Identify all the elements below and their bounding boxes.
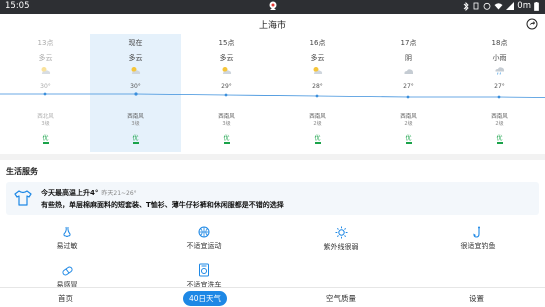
life-item-label: 不适宜运动 <box>186 242 222 250</box>
clothing-tip-card[interactable]: 今天最高温上升4° 昨天21~26° 有些热，单层棉麻面料的短套装、T恤衫、薄牛仔… <box>6 182 539 215</box>
header: 上海市 <box>0 14 545 34</box>
aqi-indicator <box>224 142 230 144</box>
hour-time: 15点 <box>218 39 235 47</box>
hour-temp: 28° <box>312 83 323 90</box>
nav-air-quality[interactable]: 空气质量 <box>326 293 356 304</box>
hour-wind: 西南风 <box>309 114 326 120</box>
hour-time: 17点 <box>400 39 417 47</box>
life-item-label: 易过敏 <box>56 242 78 250</box>
partly-cloudy-icon <box>41 67 51 74</box>
car-wash-icon <box>199 263 209 277</box>
hour-condition: 小雨 <box>492 54 507 62</box>
aqi-indicator <box>43 142 49 144</box>
hour-aqi: 优 <box>132 135 139 142</box>
hour-aqi: 优 <box>405 135 412 142</box>
nav-settings[interactable]: 设置 <box>469 293 484 304</box>
section-title-life-services: 生活服务 <box>6 167 38 176</box>
hour-condition: 多云 <box>219 54 234 62</box>
temp-point <box>43 92 47 96</box>
signal-icon <box>506 2 515 10</box>
hour-wind-level: 3级 <box>222 121 231 127</box>
status-bar: 15:05 0m <box>0 0 545 14</box>
hour-time: 18点 <box>491 39 508 47</box>
hour-temp: 30° <box>130 83 141 90</box>
share-icon[interactable] <box>526 18 538 30</box>
wifi-icon <box>494 3 503 10</box>
tip-body: 有些热，单层棉麻面料的短套装、T恤衫、薄牛仔衫裤和休闲服都是不错的选择 <box>41 201 284 209</box>
hour-wind: 西北风 <box>37 114 54 120</box>
hour-temp: 27° <box>403 83 414 90</box>
hour-wind-level: 3级 <box>131 121 140 127</box>
life-item-fishing[interactable]: 很适宜钓鱼 <box>418 226 538 251</box>
section-divider <box>0 154 545 160</box>
hour-wind-level: 3级 <box>41 121 50 127</box>
temp-point <box>134 92 138 96</box>
temp-point <box>497 95 501 99</box>
tip-yesterday: 昨天21~26° <box>101 190 137 197</box>
temperature-trend-line <box>0 92 545 99</box>
life-item-exercise[interactable]: 不适宜运动 <box>144 226 264 251</box>
tip-headline-text: 今天最高温上升4° <box>41 189 99 197</box>
hour-condition: 阴 <box>405 54 412 62</box>
nav-home[interactable]: 首页 <box>58 293 73 304</box>
hour-aqi: 优 <box>314 135 321 142</box>
temp-point <box>406 95 410 99</box>
hour-wind-level: 2级 <box>495 121 504 127</box>
hour-wind: 西南风 <box>127 114 144 120</box>
nose-icon <box>63 226 71 237</box>
temp-point <box>224 93 228 97</box>
temp-point <box>315 94 319 98</box>
status-right-icons: 0m <box>463 1 539 11</box>
life-item-label: 很适宜钓鱼 <box>460 242 496 250</box>
hour-wind: 西南风 <box>400 114 417 120</box>
bluetooth-icon <box>463 1 469 11</box>
aqi-indicator <box>497 142 503 144</box>
partly-cloudy-icon <box>313 67 323 74</box>
hour-aqi: 优 <box>223 135 230 142</box>
hour-aqi: 优 <box>496 135 503 142</box>
hour-aqi: 优 <box>42 135 49 142</box>
basketball-icon <box>198 226 210 238</box>
hour-condition: 多云 <box>38 54 53 62</box>
hour-time: 13点 <box>37 39 54 47</box>
hour-wind-level: 2级 <box>313 121 322 127</box>
hourly-forecast[interactable]: 13点 多云 30° 西北风 3级 优 现在 多云 30° 西南风 3级 优 1… <box>0 34 545 154</box>
pill-icon <box>61 266 73 276</box>
life-item-carwash[interactable]: 不适宜洗车 <box>144 263 264 290</box>
city-title[interactable]: 上海市 <box>0 18 545 31</box>
life-item-allergy[interactable]: 易过敏 <box>7 226 127 251</box>
sun-icon <box>335 226 347 239</box>
aqi-indicator <box>315 142 321 144</box>
hour-wind: 西南风 <box>218 114 235 120</box>
hour-condition: 多云 <box>128 54 143 62</box>
bottom-navigation: 首页 40日天气 空气质量 设置 <box>0 287 545 307</box>
hour-time: 现在 <box>128 39 143 47</box>
overcast-icon <box>404 69 414 74</box>
nav-40day-forecast[interactable]: 40日天气 <box>183 291 228 306</box>
alarm-icon <box>483 2 491 10</box>
partly-cloudy-icon <box>131 67 141 74</box>
aqi-indicator <box>406 142 412 144</box>
hour-wind: 西南风 <box>491 114 508 120</box>
hour-condition: 多云 <box>310 54 325 62</box>
hour-wind-level: 2级 <box>404 121 413 127</box>
notification-icon <box>269 1 277 10</box>
shirt-icon <box>14 190 32 206</box>
life-item-label: 紫外线很弱 <box>323 243 359 251</box>
hour-time: 16点 <box>309 39 326 47</box>
signal-text: 0m <box>517 1 531 11</box>
life-item-uv[interactable]: 紫外线很弱 <box>281 226 401 252</box>
hour-temp: 29° <box>221 83 232 90</box>
hour-temp: 27° <box>494 83 505 90</box>
tip-headline: 今天最高温上升4° 昨天21~26° <box>41 188 137 198</box>
battery-icon <box>534 1 539 11</box>
hour-temp: 30° <box>40 83 51 90</box>
partly-cloudy-icon <box>222 67 232 74</box>
fishing-hook-icon <box>473 226 480 238</box>
status-time: 15:05 <box>5 1 30 11</box>
light-rain-icon <box>495 67 505 75</box>
aqi-indicator <box>133 142 139 144</box>
vibrate-icon <box>473 2 479 10</box>
